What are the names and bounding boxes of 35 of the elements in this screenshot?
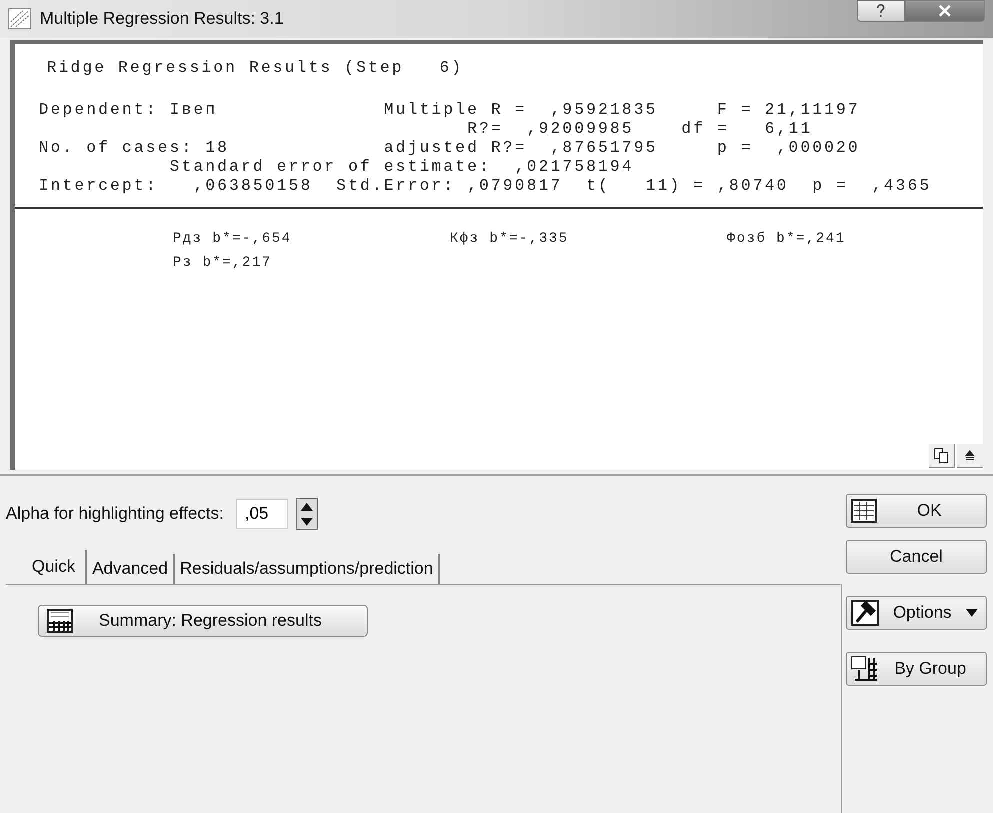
spin-buttons[interactable] xyxy=(296,498,318,530)
table-icon xyxy=(851,499,877,523)
window-title: Multiple Regression Results: 3.1 xyxy=(40,8,284,30)
close-icon xyxy=(938,5,952,17)
cancel-button[interactable]: Cancel xyxy=(846,540,987,574)
window-icon xyxy=(8,8,32,30)
by-group-button[interactable]: By Group xyxy=(846,652,987,686)
caret-icon xyxy=(966,609,978,617)
table-icon xyxy=(47,609,73,633)
hammer-icon xyxy=(851,600,879,626)
copy-button[interactable] xyxy=(929,444,955,468)
report-line: Intercept: ,063850158 Std.Error: ,0790817 t( 11) = ,80740 p = ,4365 xyxy=(39,176,933,195)
report-line: Dependent: Iвеп Multiple R = ,95921835 F = 21,11197 xyxy=(39,100,862,119)
close-button[interactable] xyxy=(905,0,985,22)
report-line: Standard error of estimate: ,021758194 xyxy=(168,157,636,176)
coefficient-label: Рдз b*=-,654 xyxy=(173,230,293,249)
help-icon xyxy=(876,4,886,18)
coefficient-label: Кфз b*=-,335 xyxy=(450,230,570,249)
alpha-field[interactable]: ,05 xyxy=(236,499,288,529)
down-icon xyxy=(301,518,313,526)
help-button[interactable] xyxy=(857,0,905,22)
up-arrow-icon xyxy=(965,450,975,462)
alpha-label: Alpha for highlighting effects: xyxy=(6,503,224,526)
up-icon xyxy=(301,502,313,510)
collapse-button[interactable] xyxy=(957,444,983,468)
copy-icon xyxy=(934,448,950,464)
report-heading: Ridge Regression Results (Step 6) xyxy=(47,58,465,78)
coefficient-label: Рз b*=,217 xyxy=(173,254,274,273)
report-line: No. of cases: 18 adjusted R?= ,87651795 p = ,000020 xyxy=(39,138,862,157)
coefficient-label: Фозб b*=,241 xyxy=(727,230,847,249)
grid-icon xyxy=(851,656,879,682)
ok-button[interactable]: OK xyxy=(846,494,987,528)
report-line: R?= ,92009985 df = 6,11 xyxy=(466,119,814,138)
summary-button[interactable]: Summary: Regression results xyxy=(38,605,368,637)
options-button[interactable]: Options xyxy=(846,596,987,630)
